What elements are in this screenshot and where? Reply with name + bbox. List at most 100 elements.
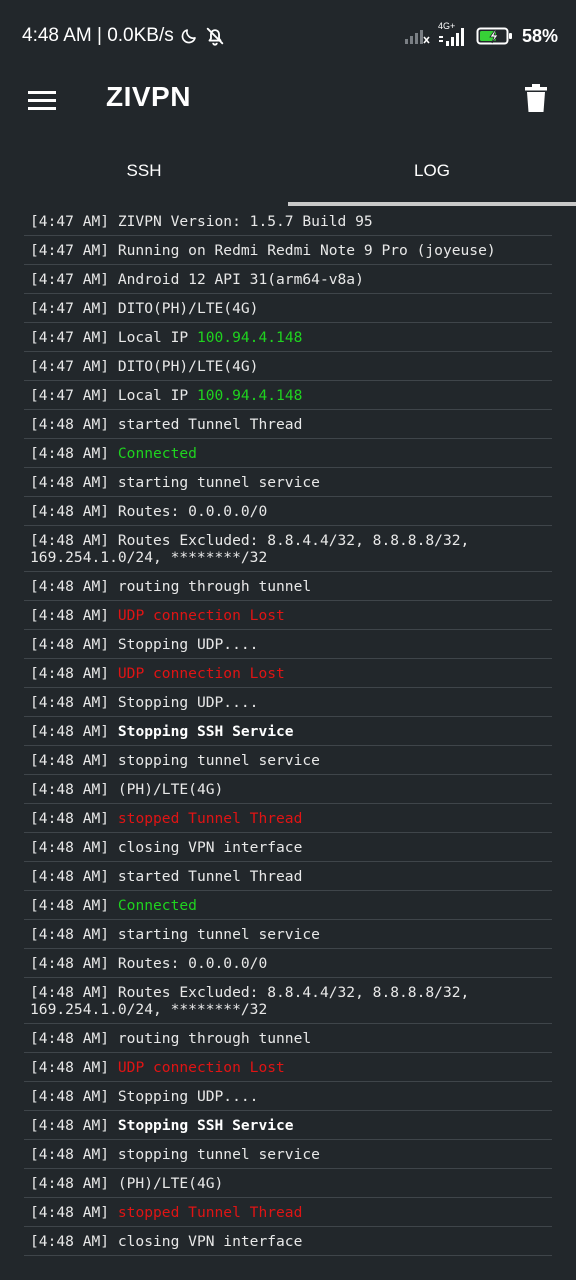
log-message: UDP connection Lost [117, 1059, 285, 1076]
log-entry: [4:48 AM] Stopping UDP.... [24, 1082, 552, 1111]
log-timestamp: [4:48 AM] [30, 694, 110, 711]
log-message: Android 12 API 31(arm64-v8a) [109, 271, 364, 288]
log-timestamp: [4:48 AM] [30, 1030, 110, 1047]
log-timestamp: [4:48 AM] [30, 1175, 110, 1192]
log-timestamp: [4:47 AM] [30, 358, 110, 375]
log-message: routing through tunnel [109, 578, 312, 595]
log-entry: [4:48 AM] UDP connection Lost [24, 659, 552, 688]
log-entry: [4:48 AM] routing through tunnel [24, 1024, 552, 1053]
log-message: stopped Tunnel Thread [117, 810, 303, 827]
log-message: closing VPN interface [109, 839, 303, 856]
bell-off-icon [204, 25, 226, 47]
log-timestamp: [4:48 AM] [30, 1233, 110, 1250]
log-entry: [4:48 AM] UDP connection Lost [24, 601, 552, 630]
log-message: Stopping UDP.... [109, 694, 259, 711]
log-entry: [4:47 AM] ZIVPN Version: 1.5.7 Build 95 [24, 214, 552, 236]
log-timestamp: [4:48 AM] [30, 1204, 110, 1221]
log-message [109, 897, 118, 914]
log-message: DITO(PH)/LTE(4G) [109, 358, 259, 375]
log-message: Routes: 0.0.0.0/0 [109, 503, 268, 520]
log-timestamp: [4:48 AM] [30, 1088, 110, 1105]
log-timestamp: [4:48 AM] [30, 474, 110, 491]
log-timestamp: [4:48 AM] [30, 781, 110, 798]
log-view[interactable]: [4:47 AM] ZIVPN Version: 1.5.7 Build 95 [… [24, 214, 552, 1264]
log-timestamp: [4:48 AM] [30, 897, 110, 914]
moon-icon [180, 27, 198, 45]
log-timestamp: [4:48 AM] [30, 955, 110, 972]
log-message: Routes: 0.0.0.0/0 [109, 955, 268, 972]
log-entry: [4:47 AM] Android 12 API 31(arm64-v8a) [24, 265, 552, 294]
log-timestamp: [4:48 AM] [30, 868, 110, 885]
log-entry: [4:48 AM] Stopping UDP.... [24, 630, 552, 659]
signal-2-icon [438, 28, 464, 46]
log-entry: [4:48 AM] Routes: 0.0.0.0/0 [24, 497, 552, 526]
log-message: stopping tunnel service [109, 1146, 320, 1163]
log-timestamp: [4:48 AM] [30, 665, 110, 682]
log-message [109, 607, 118, 624]
log-entry: [4:48 AM] closing VPN interface [24, 1227, 552, 1256]
log-timestamp: [4:48 AM] [30, 1059, 110, 1076]
log-entry: [4:48 AM] Stopping SSH Service [24, 1111, 552, 1140]
log-entry: [4:48 AM] UDP connection Lost [24, 1053, 552, 1082]
log-message: Stopping SSH Service [117, 723, 294, 740]
status-bar: 4:48 AM | 0.0KB/s 4G+ 58% [0, 0, 576, 70]
log-entry: [4:48 AM] Routes Excluded: 8.8.4.4/32, 8… [24, 978, 552, 1024]
log-entry: [4:48 AM] stopping tunnel service [24, 746, 552, 775]
tab-ssh[interactable]: SSH [0, 140, 288, 206]
log-timestamp: [4:48 AM] [30, 532, 110, 549]
log-entry: [4:48 AM] started Tunnel Thread [24, 862, 552, 891]
log-entry: [4:48 AM] starting tunnel service [24, 920, 552, 949]
log-message: Stopping UDP.... [109, 1088, 259, 1105]
signal-2: 4G+ [438, 22, 468, 48]
log-message: started Tunnel Thread [109, 868, 303, 885]
log-timestamp: [4:47 AM] [30, 271, 110, 288]
log-entry: [4:47 AM] DITO(PH)/LTE(4G) [24, 294, 552, 323]
log-message: Running on Redmi Redmi Note 9 Pro (joyeu… [109, 242, 496, 259]
log-entry: [4:48 AM] Connected [24, 439, 552, 468]
trash-icon [525, 84, 547, 112]
log-message [109, 665, 118, 682]
status-time: 4:48 AM | 0.0KB/s [22, 25, 174, 46]
status-left: 4:48 AM | 0.0KB/s [22, 22, 226, 50]
log-message [109, 1059, 118, 1076]
log-timestamp: [4:48 AM] [30, 445, 110, 462]
log-message: Connected [117, 445, 197, 462]
log-message [109, 723, 118, 740]
log-timestamp: [4:48 AM] [30, 416, 110, 433]
log-timestamp: [4:48 AM] [30, 1117, 110, 1134]
log-message [109, 445, 118, 462]
log-timestamp: [4:48 AM] [30, 723, 110, 740]
log-list: [4:47 AM] ZIVPN Version: 1.5.7 Build 95 [… [24, 214, 552, 1256]
tab-log-label: LOG [414, 161, 450, 180]
log-entry: [4:47 AM] DITO(PH)/LTE(4G) [24, 352, 552, 381]
log-timestamp: [4:48 AM] [30, 839, 110, 856]
log-message: UDP connection Lost [117, 607, 285, 624]
log-timestamp: [4:47 AM] [30, 300, 110, 317]
log-message: (PH)/LTE(4G) [109, 781, 224, 798]
log-timestamp: [4:48 AM] [30, 926, 110, 943]
log-message: 100.94.4.148 [196, 387, 303, 404]
log-message: routing through tunnel [109, 1030, 312, 1047]
log-message: closing VPN interface [109, 1233, 303, 1250]
log-entry: [4:47 AM] Local IP 100.94.4.148 [24, 323, 552, 352]
log-entry: [4:48 AM] starting tunnel service [24, 468, 552, 497]
log-message: (PH)/LTE(4G) [109, 1175, 224, 1192]
log-timestamp: [4:48 AM] [30, 503, 110, 520]
log-entry: [4:48 AM] stopping tunnel service [24, 1140, 552, 1169]
log-timestamp: [4:47 AM] [30, 387, 110, 404]
log-entry: [4:48 AM] (PH)/LTE(4G) [24, 775, 552, 804]
log-entry: [4:48 AM] Connected [24, 891, 552, 920]
tab-log[interactable]: LOG [288, 140, 576, 206]
log-entry: [4:48 AM] Stopping SSH Service [24, 717, 552, 746]
signal-1-icon [404, 27, 430, 45]
log-timestamp: [4:48 AM] [30, 607, 110, 624]
battery-percent: 58% [521, 25, 558, 46]
menu-button[interactable] [24, 82, 60, 118]
log-entry: [4:47 AM] Local IP 100.94.4.148 [24, 381, 552, 410]
log-timestamp: [4:48 AM] [30, 984, 110, 1001]
clear-log-button[interactable] [516, 78, 556, 118]
log-entry: [4:48 AM] Routes Excluded: 8.8.4.4/32, 8… [24, 526, 552, 572]
log-entry: [4:48 AM] stopped Tunnel Thread [24, 804, 552, 833]
log-message: Stopping UDP.... [109, 636, 259, 653]
log-entry: [4:48 AM] Stopping UDP.... [24, 688, 552, 717]
